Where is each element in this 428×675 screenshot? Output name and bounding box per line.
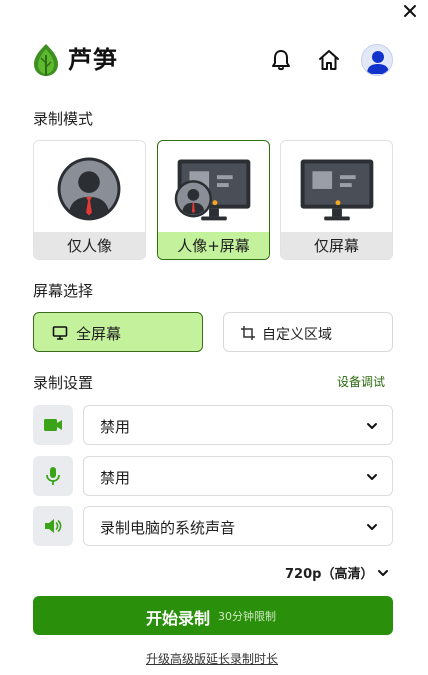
record-settings-title: 录制设置 xyxy=(33,374,94,392)
portrait-icon xyxy=(57,157,121,221)
mode-screen-only[interactable]: 仅屏幕 xyxy=(280,140,393,260)
user-avatar[interactable] xyxy=(361,44,393,76)
user-avatar-icon xyxy=(367,51,389,74)
mode-label: 仅人像 xyxy=(34,232,145,259)
camera-select-value: 禁用 xyxy=(100,418,131,436)
speaker-icon-box xyxy=(33,506,73,546)
portrait-screen-icon xyxy=(174,159,251,221)
bell-icon[interactable] xyxy=(269,48,293,72)
screen-select-title: 屏幕选择 xyxy=(33,282,94,300)
chevron-down-icon xyxy=(367,474,377,480)
audio-select[interactable]: 录制电脑的系统声音 xyxy=(83,506,393,546)
camera-icon-box xyxy=(33,405,73,445)
mode-portrait-screen[interactable]: 人像+屏幕 xyxy=(157,140,270,260)
monitor-icon xyxy=(52,326,68,340)
close-icon[interactable] xyxy=(401,2,419,20)
start-recording-button[interactable]: 开始录制 30分钟限制 xyxy=(33,596,393,635)
chevron-down-icon xyxy=(367,524,377,530)
microphone-icon-box xyxy=(33,456,73,496)
chevron-down-icon[interactable] xyxy=(377,567,389,579)
full-screen-label: 全屏幕 xyxy=(76,325,122,343)
audio-select-value: 录制电脑的系统声音 xyxy=(100,519,236,537)
camera-select[interactable]: 禁用 xyxy=(83,405,393,445)
device-test-link[interactable]: 设备调试 xyxy=(337,373,385,390)
crop-icon xyxy=(241,326,255,340)
camera-icon xyxy=(44,419,62,431)
record-mode-title: 录制模式 xyxy=(33,110,94,128)
home-icon[interactable] xyxy=(317,48,341,72)
time-limit-label: 30分钟限制 xyxy=(218,610,276,623)
mode-label: 人像+屏幕 xyxy=(158,232,269,259)
mode-portrait-only[interactable]: 仅人像 xyxy=(33,140,146,260)
microphone-select-value: 禁用 xyxy=(100,469,131,487)
full-screen-button[interactable]: 全屏幕 xyxy=(33,312,203,352)
custom-area-button[interactable]: 自定义区域 xyxy=(223,312,393,352)
mode-label: 仅屏幕 xyxy=(281,232,392,259)
custom-area-label: 自定义区域 xyxy=(262,327,332,343)
leaf-logo xyxy=(34,44,58,76)
microphone-select[interactable]: 禁用 xyxy=(83,456,393,496)
speaker-icon xyxy=(45,519,62,533)
quality-select[interactable]: 720p（高清） xyxy=(285,563,373,582)
upgrade-link[interactable]: 升级高级版延长录制时长 xyxy=(146,650,278,667)
start-recording-label: 开始录制 xyxy=(146,609,211,628)
chevron-down-icon xyxy=(367,423,377,429)
brand-name: 芦笋 xyxy=(68,46,118,74)
microphone-icon xyxy=(46,467,60,485)
screen-icon xyxy=(300,159,374,221)
